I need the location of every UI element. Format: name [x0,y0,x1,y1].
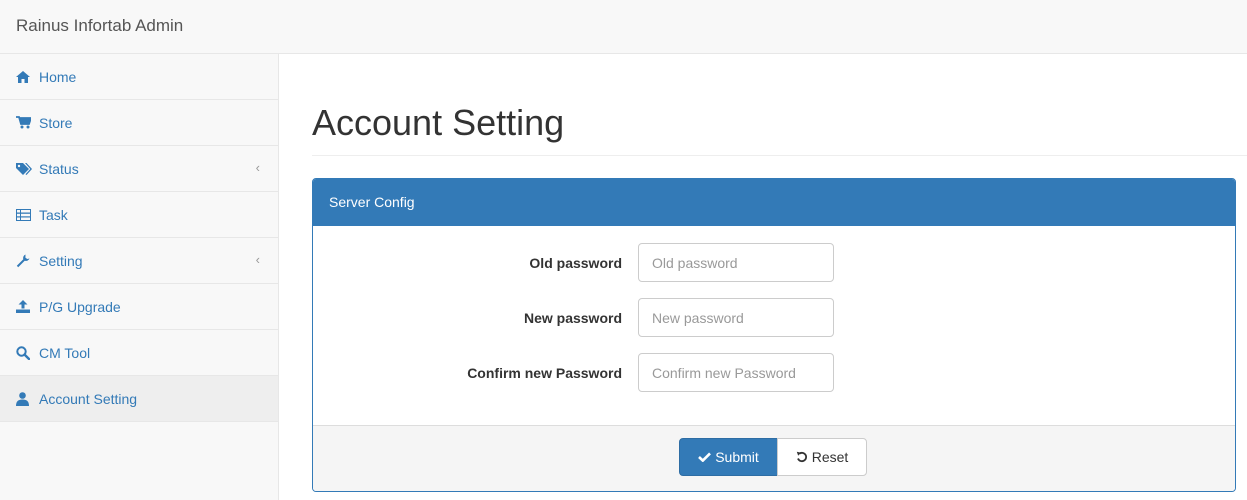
sidebar-item-status[interactable]: Status ‹ [0,146,278,192]
check-icon [698,452,712,462]
main-content: Account Setting Server Config Old passwo… [312,54,1247,500]
sidebar-item-store[interactable]: Store [0,100,278,146]
sidebar-item-task[interactable]: Task [0,192,278,238]
panel-footer: Submit Reset [313,425,1235,491]
sidebar-item-label: Store [39,114,73,131]
chevron-left-icon: ‹ [255,160,260,175]
reset-button[interactable]: Reset [777,438,867,476]
panel-body: Old password New password Confirm new Pa… [313,226,1235,425]
sidebar-item-setting[interactable]: Setting ‹ [0,238,278,284]
sidebar-item-account-setting[interactable]: Account Setting [0,376,278,422]
undo-icon [796,451,808,463]
submit-button[interactable]: Submit [679,438,778,476]
reset-button-label: Reset [811,449,849,465]
submit-button-label: Submit [715,449,759,465]
new-password-label: New password [523,310,622,326]
confirm-password-label: Confirm new Password [467,365,622,381]
sidebar-item-cm-tool[interactable]: CM Tool [0,330,278,376]
title-divider [312,155,1247,156]
sidebar: Home Store Status ‹ Task Setting ‹ P/G U… [0,54,279,500]
sidebar-item-label: P/G Upgrade [39,298,121,315]
user-icon [16,391,34,406]
upload-icon [16,300,34,314]
tags-icon [16,162,34,176]
sidebar-item-label: Account Setting [39,390,138,407]
form-row-new-password: New password [313,298,1235,338]
old-password-input[interactable] [638,243,834,282]
confirm-password-input[interactable] [638,353,834,392]
sidebar-item-label: Task [39,206,68,223]
sidebar-item-pg-upgrade[interactable]: P/G Upgrade [0,284,278,330]
form-row-confirm-password: Confirm new Password [313,353,1235,393]
list-icon [16,208,34,222]
cart-icon [16,116,34,130]
top-navbar: Rainus Infortab Admin [0,0,1247,54]
form-row-old-password: Old password [313,243,1235,283]
chevron-left-icon: ‹ [255,252,260,267]
brand-title[interactable]: Rainus Infortab Admin [16,16,183,36]
wrench-icon [16,254,34,268]
new-password-input[interactable] [638,298,834,337]
sidebar-item-label: Home [39,68,77,85]
page-title: Account Setting [312,102,565,143]
sidebar-item-label: Setting [39,252,83,269]
panel-heading: Server Config [313,179,1235,226]
sidebar-item-label: CM Tool [39,344,91,361]
old-password-label: Old password [529,255,622,271]
search-icon [16,345,34,360]
sidebar-item-home[interactable]: Home [0,54,278,100]
home-icon [16,70,34,84]
sidebar-item-label: Status [39,160,79,177]
server-config-panel: Server Config Old password New password … [312,178,1236,492]
